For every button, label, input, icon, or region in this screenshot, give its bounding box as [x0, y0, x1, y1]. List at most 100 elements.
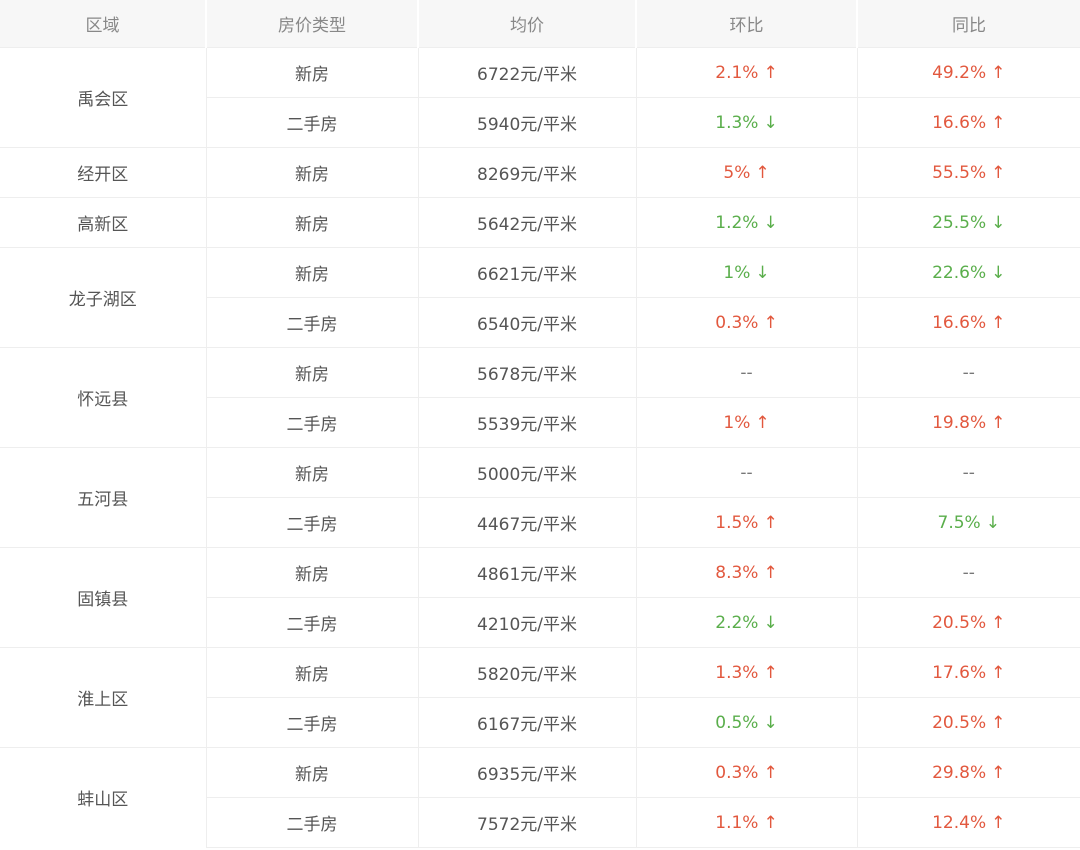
yoy-value: 22.6% [932, 262, 987, 283]
header-mom: 环比 [636, 0, 858, 48]
mom-value: 1.5% [715, 512, 759, 533]
arrow-up-icon: ↑ [763, 312, 778, 333]
table-body: 禹会区 新房 6722元/平米 2.1% ↑ 49.2% ↑ 二手房 5940元/平米 1.3% ↓… [0, 47, 1080, 848]
arrow-up-icon: ↑ [991, 62, 1006, 83]
header-area: 区域 [0, 0, 207, 48]
yoy-value: 19.8% [932, 412, 987, 433]
mom-change: 1% ↑ [636, 397, 858, 448]
average-price: 8269元/平米 [418, 147, 637, 198]
house-type: 二手房 [206, 797, 419, 848]
mom-value: 1.3% [715, 662, 759, 683]
mom-value: 1% [723, 412, 751, 433]
mom-value: 1.2% [715, 212, 759, 233]
house-type: 新房 [206, 547, 419, 598]
house-type: 二手房 [206, 697, 419, 748]
mom-value: 5% [723, 162, 751, 183]
arrow-up-icon: ↑ [991, 162, 1006, 183]
average-price: 4861元/平米 [418, 547, 637, 598]
average-price: 4467元/平米 [418, 497, 637, 548]
header-type: 房价类型 [206, 0, 419, 48]
arrow-up-icon: ↑ [763, 762, 778, 783]
average-price: 5678元/平米 [418, 347, 637, 398]
mom-change: 1.5% ↑ [636, 497, 858, 548]
arrow-down-icon: ↓ [763, 612, 778, 633]
yoy-change: 17.6% ↑ [857, 647, 1080, 698]
housing-price-table: 区域 房价类型 均价 环比 同比 禹会区 新房 6722元/平米 2.1% ↑ 49.2%… [0, 0, 1080, 848]
yoy-value: 20.5% [932, 612, 987, 633]
mom-change: -- [636, 447, 858, 498]
house-type: 二手房 [206, 97, 419, 148]
house-type: 二手房 [206, 397, 419, 448]
mom-change: 0.5% ↓ [636, 697, 858, 748]
table-row: 高新区 新房 5642元/平米 1.2% ↓ 25.5% ↓ [0, 197, 1080, 248]
arrow-up-icon: ↑ [991, 312, 1006, 333]
district-name: 五河县 [0, 447, 207, 548]
house-type: 二手房 [206, 597, 419, 648]
table-row: 淮上区 新房 5820元/平米 1.3% ↑ 17.6% ↑ [0, 647, 1080, 748]
yoy-value: 7.5% [937, 512, 981, 533]
mom-value: 2.2% [715, 612, 759, 633]
yoy-value: 49.2% [932, 62, 987, 83]
mom-change: 1.3% ↓ [636, 97, 858, 148]
average-price: 6722元/平米 [418, 47, 637, 98]
mom-change: 1.1% ↑ [636, 797, 858, 848]
mom-value: 8.3% [715, 562, 759, 583]
yoy-value: 20.5% [932, 712, 987, 733]
house-type: 新房 [206, 447, 419, 498]
yoy-change: 25.5% ↓ [857, 197, 1080, 248]
arrow-up-icon: ↑ [991, 812, 1006, 833]
arrow-up-icon: ↑ [763, 562, 778, 583]
table-header: 区域 房价类型 均价 环比 同比 [0, 0, 1080, 48]
arrow-down-icon: ↓ [763, 112, 778, 133]
arrow-down-icon: ↓ [763, 212, 778, 233]
house-type: 新房 [206, 147, 419, 198]
arrow-up-icon: ↑ [763, 812, 778, 833]
mom-change: 2.2% ↓ [636, 597, 858, 648]
table-row: 禹会区 新房 6722元/平米 2.1% ↑ 49.2% ↑ [0, 47, 1080, 148]
yoy-value: 25.5% [932, 212, 987, 233]
yoy-value: 29.8% [932, 762, 987, 783]
district-name: 经开区 [0, 147, 207, 198]
district-name: 禹会区 [0, 47, 207, 148]
yoy-change: 16.6% ↑ [857, 97, 1080, 148]
arrow-down-icon: ↓ [991, 262, 1006, 283]
mom-value: 0.5% [715, 712, 759, 733]
table-row: 龙子湖区 新房 6621元/平米 1% ↓ 22.6% ↓ [0, 247, 1080, 348]
table-row: 怀远县 新房 5678元/平米 -- -- [0, 347, 1080, 448]
yoy-change: -- [857, 347, 1080, 398]
average-price: 6540元/平米 [418, 297, 637, 348]
yoy-value: -- [962, 362, 975, 383]
house-type: 二手房 [206, 297, 419, 348]
average-price: 6935元/平米 [418, 747, 637, 798]
arrow-up-icon: ↑ [991, 762, 1006, 783]
yoy-change: 20.5% ↑ [857, 697, 1080, 748]
yoy-value: 12.4% [932, 812, 987, 833]
yoy-change: 12.4% ↑ [857, 797, 1080, 848]
mom-value: 1.3% [715, 112, 759, 133]
mom-value: -- [740, 462, 753, 483]
district-name: 怀远县 [0, 347, 207, 448]
arrow-up-icon: ↑ [991, 412, 1006, 433]
yoy-change: 22.6% ↓ [857, 247, 1080, 298]
arrow-up-icon: ↑ [763, 62, 778, 83]
mom-value: 1.1% [715, 812, 759, 833]
average-price: 5000元/平米 [418, 447, 637, 498]
table-row: 固镇县 新房 4861元/平米 8.3% ↑ -- [0, 547, 1080, 648]
yoy-value: 16.6% [932, 112, 987, 133]
arrow-up-icon: ↑ [991, 662, 1006, 683]
mom-value: -- [740, 362, 753, 383]
arrow-up-icon: ↑ [991, 712, 1006, 733]
header-avg-price: 均价 [418, 0, 637, 48]
mom-value: 1% [723, 262, 751, 283]
arrow-down-icon: ↓ [985, 512, 1000, 533]
arrow-down-icon: ↓ [991, 212, 1006, 233]
mom-change: 2.1% ↑ [636, 47, 858, 98]
table-row: 五河县 新房 5000元/平米 -- -- [0, 447, 1080, 548]
yoy-change: 20.5% ↑ [857, 597, 1080, 648]
district-name: 蚌山区 [0, 747, 207, 848]
average-price: 5539元/平米 [418, 397, 637, 448]
average-price: 5820元/平米 [418, 647, 637, 698]
house-type: 新房 [206, 197, 419, 248]
mom-change: 0.3% ↑ [636, 747, 858, 798]
average-price: 7572元/平米 [418, 797, 637, 848]
